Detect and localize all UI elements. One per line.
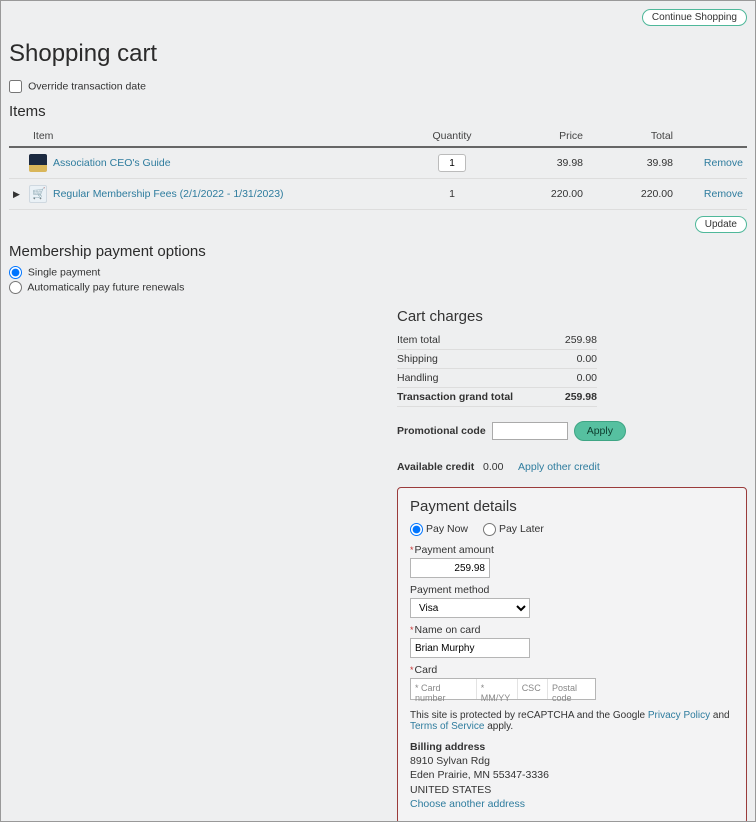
page-title: Shopping cart [9,40,747,68]
promo-apply-button[interactable]: Apply [574,421,626,441]
col-price: Price [497,126,587,147]
override-date-checkbox[interactable] [9,80,22,93]
billing-heading: Billing address [410,740,734,754]
payment-method-select[interactable]: Visa [410,598,530,618]
pay-now-radio[interactable] [410,523,423,536]
name-on-card-input[interactable] [410,638,530,658]
apply-other-credit-link[interactable]: Apply other credit [518,461,600,473]
price-value: 220.00 [497,179,587,210]
shipping-label: Shipping [397,350,554,369]
expand-caret-icon[interactable]: ▶ [13,189,23,200]
billing-line1: 8910 Sylvan Rdg [410,754,734,768]
privacy-policy-link[interactable]: Privacy Policy [648,710,710,721]
book-icon [29,154,47,172]
pay-later-label: Pay Later [499,523,544,535]
recaptcha-notice: This site is protected by reCAPTCHA and … [410,710,734,732]
update-button[interactable]: Update [695,216,747,233]
card-postal-input[interactable]: Postal code [548,679,595,699]
line-total-value: 220.00 [587,179,677,210]
single-payment-label: Single payment [28,266,100,278]
terms-of-service-link[interactable]: Terms of Service [410,721,484,732]
card-number-input[interactable]: * Card number [411,679,477,699]
payment-amount-input[interactable] [410,558,490,578]
item-link[interactable]: Association CEO's Guide [53,157,171,169]
pay-later-radio[interactable] [483,523,496,536]
billing-line2: Eden Prairie, MN 55347-3336 [410,768,734,782]
items-heading: Items [9,103,747,120]
card-expiry-input[interactable]: * MM/YY [477,679,518,699]
promo-input[interactable] [492,422,568,440]
amount-label: Payment amount [410,544,734,556]
cart-charges-heading: Cart charges [397,308,747,325]
billing-line3: UNITED STATES [410,783,734,797]
quantity-input[interactable] [438,154,466,172]
method-label: Payment method [410,584,734,596]
pay-now-label: Pay Now [426,523,468,535]
card-input-group[interactable]: * Card number * MM/YY CSC Postal code [410,678,596,700]
shipping-value: 0.00 [554,350,597,369]
auto-renewal-label: Automatically pay future renewals [27,281,184,293]
quantity-value: 1 [449,188,455,200]
col-quantity: Quantity [407,126,497,147]
remove-link[interactable]: Remove [704,157,743,169]
item-total-value: 259.98 [554,331,597,350]
table-row: Association CEO's Guide 39.9839.98 Remove [9,147,747,179]
card-label: Card [410,664,734,676]
item-total-label: Item total [397,331,554,350]
item-link[interactable]: Regular Membership Fees (2/1/2022 - 1/31… [53,188,284,200]
card-csc-input[interactable]: CSC [518,679,548,699]
line-total-value: 39.98 [587,147,677,179]
choose-another-address-link[interactable]: Choose another address [410,798,525,810]
price-value: 39.98 [497,147,587,179]
continue-shopping-button[interactable]: Continue Shopping [642,9,747,26]
single-payment-radio[interactable] [9,266,22,279]
promo-label: Promotional code [397,425,486,437]
charges-table: Item total259.98 Shipping0.00 Handling0.… [397,331,597,407]
grand-total-value: 259.98 [554,388,597,407]
override-date-label: Override transaction date [28,81,146,93]
credit-label: Available credit [397,461,474,473]
table-row: ▶ Regular Membership Fees (2/1/2022 - 1/3… [9,179,747,210]
handling-label: Handling [397,369,554,388]
cart-icon [29,185,47,203]
payment-heading: Payment details [410,498,734,515]
handling-value: 0.00 [554,369,597,388]
payment-details-panel: Payment details Pay Now Pay Later Paymen… [397,487,747,822]
grand-total-label: Transaction grand total [397,388,554,407]
membership-heading: Membership payment options [9,243,747,260]
items-table: Item Quantity Price Total Association CE… [9,126,747,210]
col-total: Total [587,126,677,147]
credit-value: 0.00 [483,461,503,473]
auto-renewal-radio[interactable] [9,281,22,294]
col-item: Item [9,126,407,147]
remove-link[interactable]: Remove [704,188,743,200]
name-on-card-label: Name on card [410,624,734,636]
